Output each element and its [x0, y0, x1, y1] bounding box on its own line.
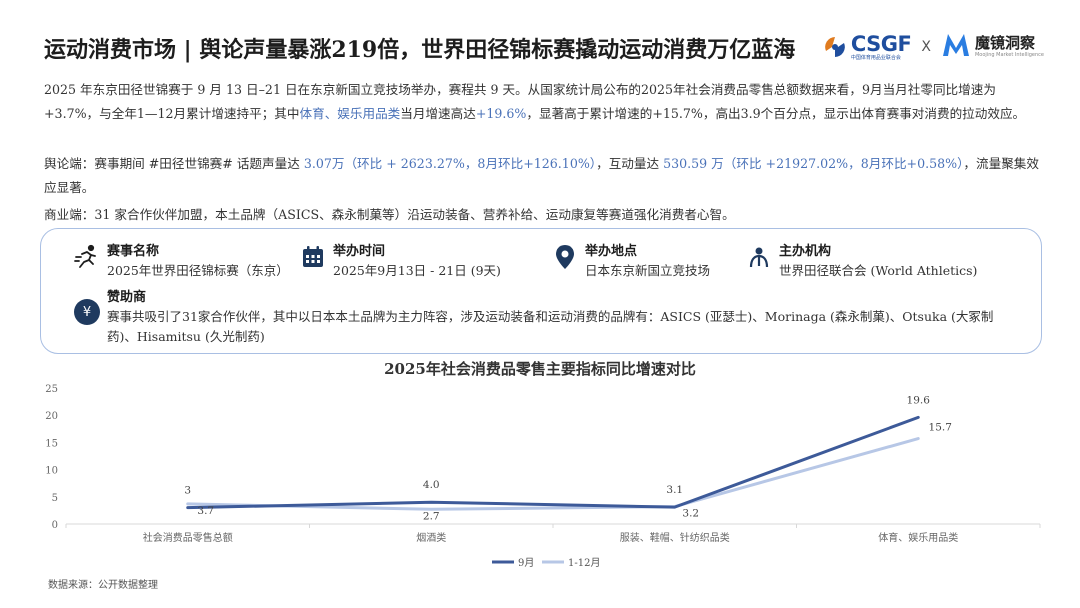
data-label: 3.7 [197, 505, 214, 517]
y-tick-label: 5 [52, 493, 58, 504]
y-tick-label: 20 [45, 411, 58, 422]
data-label: 19.6 [907, 394, 931, 406]
series-line-jan-dec [186, 437, 920, 511]
y-tick-label: 15 [45, 438, 58, 449]
x-tick-label: 服装、鞋帽、针纺织品类 [620, 531, 730, 544]
x-tick-label: 体育、娱乐用品类 [878, 531, 958, 544]
legend-label: 1-12月 [568, 557, 600, 569]
data-source: 数据来源：公开数据整理 [48, 580, 158, 591]
series-line-sep [186, 415, 920, 510]
x-tick-label: 社会消费品零售总额 [143, 531, 233, 544]
y-tick-label: 25 [45, 384, 58, 395]
legend-label: 9月 [518, 557, 534, 569]
data-label: 3 [184, 485, 191, 497]
y-tick-label: 10 [45, 466, 58, 477]
data-label: 15.7 [929, 422, 952, 434]
retail-growth-line-chart: 0 5 10 15 20 25 社会消费品零售总额 烟酒类 服装、鞋帽、针纺织品类 体育、娱乐用品… [45, 384, 1041, 569]
y-tick-label: 0 [52, 520, 58, 531]
data-label: 3.1 [666, 484, 683, 496]
x-tick-label: 烟酒类 [416, 531, 446, 544]
data-label: 3.2 [682, 508, 699, 520]
data-label: 4.0 [423, 479, 440, 491]
data-label: 2.7 [423, 510, 440, 522]
